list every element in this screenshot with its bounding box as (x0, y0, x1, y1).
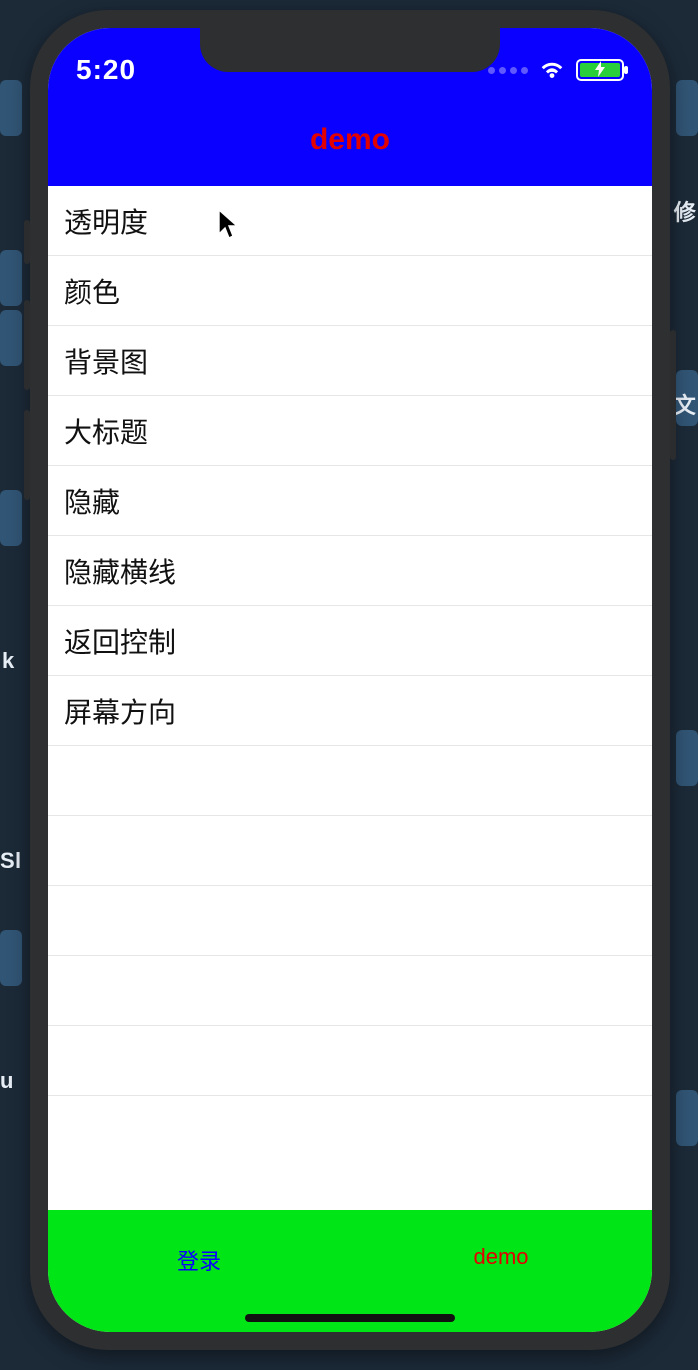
phone-screen: 5:20 demo 透明度 颜色 背景图 大标题 隐 (48, 28, 652, 1332)
battery-charging-bolt-icon (595, 61, 605, 79)
cellular-signal-icon (488, 67, 528, 74)
list-item-back-control[interactable]: 返回控制 (48, 606, 652, 676)
list-item[interactable] (48, 1026, 652, 1096)
list-item[interactable] (48, 886, 652, 956)
status-time: 5:20 (76, 54, 136, 86)
list-item-label: 返回控制 (64, 621, 176, 661)
list-item-label: 背景图 (64, 341, 148, 381)
list-item-background-image[interactable]: 背景图 (48, 326, 652, 396)
list-item-large-title[interactable]: 大标题 (48, 396, 652, 466)
home-indicator[interactable] (245, 1314, 455, 1322)
side-button-power (670, 330, 676, 460)
list-item-orientation[interactable]: 屏幕方向 (48, 676, 652, 746)
list-item[interactable] (48, 956, 652, 1026)
list-item[interactable] (48, 746, 652, 816)
page-title: demo (310, 123, 390, 157)
phone-notch (200, 28, 500, 72)
wifi-icon (538, 59, 566, 81)
list-item-hide-separator[interactable]: 隐藏横线 (48, 536, 652, 606)
list-item-label: 颜色 (64, 271, 120, 311)
navigation-bar: demo (48, 94, 652, 186)
list-item-label: 隐藏 (64, 481, 120, 521)
bg-label: k (2, 648, 15, 674)
list-item-label: 大标题 (64, 411, 148, 451)
list-item[interactable] (48, 816, 652, 886)
bg-label: Sl (0, 848, 21, 874)
bg-label: 文 (674, 388, 696, 420)
settings-list[interactable]: 透明度 颜色 背景图 大标题 隐藏 隐藏横线 返回控制 屏幕方向 (48, 186, 652, 1210)
side-button-silence (24, 220, 30, 264)
side-button-volume-up (24, 300, 30, 390)
list-item-label: 透明度 (64, 201, 148, 241)
side-button-volume-down (24, 410, 30, 500)
battery-icon (576, 59, 624, 81)
bg-label: 修 (674, 195, 696, 227)
tab-label: demo (473, 1244, 528, 1270)
bg-label: u (0, 1068, 14, 1094)
list-item-hide[interactable]: 隐藏 (48, 466, 652, 536)
list-item-opacity[interactable]: 透明度 (48, 186, 652, 256)
phone-frame: 5:20 demo 透明度 颜色 背景图 大标题 隐 (30, 10, 670, 1350)
tab-label: 登录 (177, 1244, 221, 1276)
list-item-label: 隐藏横线 (64, 551, 176, 591)
list-item-label: 屏幕方向 (64, 691, 176, 731)
list-item-color[interactable]: 颜色 (48, 256, 652, 326)
mouse-cursor-icon (218, 209, 240, 246)
